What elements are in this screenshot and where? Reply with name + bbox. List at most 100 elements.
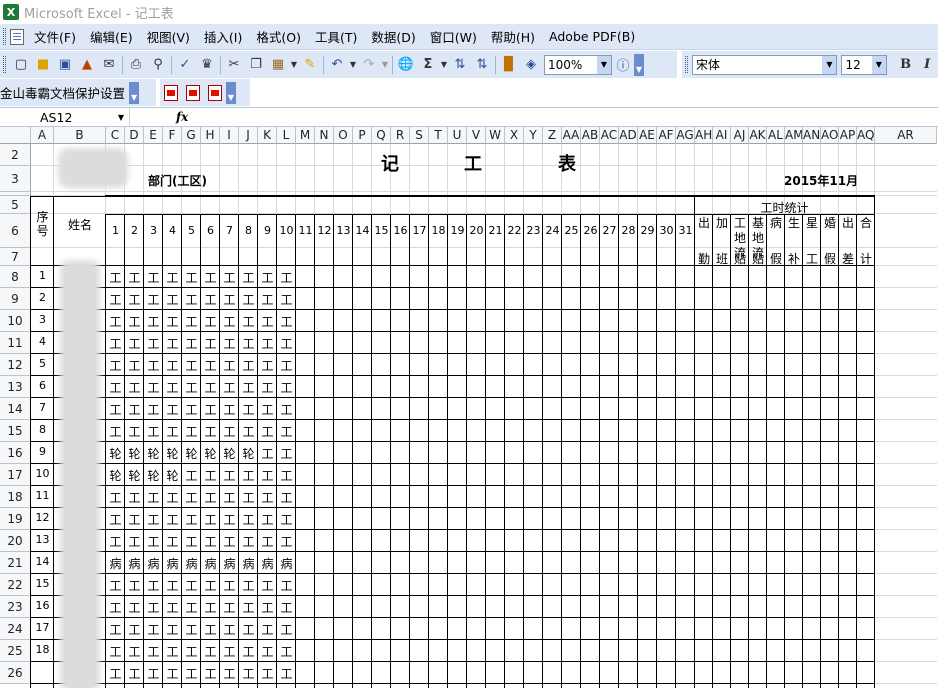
menu-grip[interactable] (3, 28, 6, 45)
attendance-mark[interactable]: 工 (239, 533, 258, 550)
column-header-i[interactable]: I (220, 127, 239, 144)
attendance-mark[interactable]: 工 (106, 335, 125, 352)
attendance-mark[interactable]: 工 (239, 335, 258, 352)
row-header-20[interactable]: 20 (0, 530, 31, 552)
column-header-ab[interactable]: AB (581, 127, 600, 144)
attendance-mark[interactable]: 工 (258, 489, 277, 506)
attendance-mark[interactable]: 病 (277, 555, 296, 572)
column-header-p[interactable]: P (353, 127, 372, 144)
sort-ascending-icon[interactable]: ⇅ (449, 54, 471, 76)
attendance-mark[interactable]: 工 (277, 357, 296, 374)
attendance-mark[interactable]: 工 (201, 291, 220, 308)
attendance-mark[interactable]: 工 (220, 489, 239, 506)
attendance-mark[interactable]: 工 (201, 533, 220, 550)
attendance-mark[interactable]: 工 (220, 599, 239, 616)
attendance-mark[interactable]: 工 (239, 423, 258, 440)
column-header-ar[interactable]: AR (875, 127, 937, 144)
bold-button[interactable]: B (895, 54, 917, 76)
print-icon[interactable]: ⎙ (125, 54, 147, 76)
attendance-mark[interactable]: 工 (277, 511, 296, 528)
attendance-mark[interactable]: 工 (163, 599, 182, 616)
attendance-mark[interactable]: 工 (277, 313, 296, 330)
chevron-down-icon[interactable]: ▼ (822, 55, 837, 74)
attendance-mark[interactable]: 工 (182, 467, 201, 484)
attendance-mark[interactable]: 工 (144, 599, 163, 616)
attendance-mark[interactable]: 工 (144, 335, 163, 352)
attendance-mark[interactable]: 工 (220, 291, 239, 308)
attendance-mark[interactable]: 工 (220, 401, 239, 418)
attendance-mark[interactable]: 工 (220, 511, 239, 528)
column-header-am[interactable]: AM (785, 127, 803, 144)
print-preview-icon[interactable]: ⚲ (147, 54, 169, 76)
attendance-mark[interactable]: 工 (277, 577, 296, 594)
row-header-19[interactable]: 19 (0, 508, 31, 530)
undo-icon[interactable]: ↶ (326, 54, 348, 76)
copy-icon[interactable]: ❐ (245, 54, 267, 76)
attendance-mark[interactable]: 工 (163, 269, 182, 286)
attendance-mark[interactable]: 病 (144, 555, 163, 572)
attendance-mark[interactable]: 轮 (163, 445, 182, 462)
attendance-mark[interactable]: 工 (201, 599, 220, 616)
attendance-mark[interactable]: 工 (182, 621, 201, 638)
attendance-mark[interactable]: 工 (201, 489, 220, 506)
column-header-ap[interactable]: AP (839, 127, 857, 144)
attendance-mark[interactable]: 工 (125, 577, 144, 594)
open-folder-icon[interactable]: ■ (32, 54, 54, 76)
attendance-mark[interactable]: 工 (106, 577, 125, 594)
chevron-down-icon[interactable]: ▼ (597, 55, 611, 74)
attendance-mark[interactable]: 工 (163, 533, 182, 550)
attendance-mark[interactable]: 工 (144, 643, 163, 660)
attendance-mark[interactable]: 工 (258, 357, 277, 374)
attendance-mark[interactable]: 工 (182, 643, 201, 660)
attendance-mark[interactable]: 工 (106, 533, 125, 550)
attendance-mark[interactable]: 病 (239, 555, 258, 572)
attendance-mark[interactable]: 工 (125, 291, 144, 308)
document-protection-button[interactable]: 金山毒霸文档保护设置 (0, 83, 125, 102)
attendance-mark[interactable]: 工 (163, 577, 182, 594)
attendance-mark[interactable]: 工 (182, 401, 201, 418)
column-header-ak[interactable]: AK (749, 127, 767, 144)
attendance-mark[interactable]: 轮 (220, 445, 239, 462)
attendance-mark[interactable]: 工 (201, 357, 220, 374)
attendance-mark[interactable]: 工 (106, 643, 125, 660)
attendance-mark[interactable]: 工 (163, 313, 182, 330)
attendance-mark[interactable]: 病 (220, 555, 239, 572)
select-all-corner[interactable] (0, 127, 31, 144)
attendance-mark[interactable]: 工 (106, 269, 125, 286)
attendance-mark[interactable]: 轮 (144, 445, 163, 462)
attendance-mark[interactable]: 工 (258, 577, 277, 594)
attendance-mark[interactable]: 工 (258, 621, 277, 638)
column-header-t[interactable]: T (429, 127, 448, 144)
column-header-ai[interactable]: AI (713, 127, 731, 144)
spelling-icon[interactable]: ✓ (174, 54, 196, 76)
attendance-mark[interactable]: 工 (182, 599, 201, 616)
menu-adobe-pdf[interactable]: Adobe PDF(B) (549, 29, 635, 44)
row-header-5[interactable]: 5 (0, 196, 31, 214)
attendance-mark[interactable]: 工 (144, 379, 163, 396)
toolbar-options-icon[interactable]: ▼ (226, 81, 236, 104)
row-header-17[interactable]: 17 (0, 464, 31, 486)
attendance-mark[interactable]: 工 (258, 313, 277, 330)
column-header-af[interactable]: AF (657, 127, 676, 144)
attendance-mark[interactable]: 工 (125, 357, 144, 374)
hyperlink-icon[interactable]: 🌐 (395, 54, 417, 76)
name-box[interactable]: AS12 ▼ (0, 108, 130, 126)
column-header-ao[interactable]: AO (821, 127, 839, 144)
attendance-mark[interactable]: 工 (182, 379, 201, 396)
toolbar-options-icon[interactable]: ▼ (634, 53, 644, 76)
attendance-mark[interactable]: 工 (106, 489, 125, 506)
redo-icon[interactable]: ↷ (358, 54, 380, 76)
attendance-mark[interactable]: 工 (220, 269, 239, 286)
attendance-mark[interactable]: 病 (106, 555, 125, 572)
undo-dropdown-icon[interactable]: ▼ (348, 54, 358, 76)
attendance-mark[interactable]: 工 (258, 335, 277, 352)
attendance-mark[interactable]: 工 (144, 423, 163, 440)
pdf-email-icon[interactable] (182, 82, 204, 104)
row-header-21[interactable]: 21 (0, 552, 31, 574)
attendance-mark[interactable]: 工 (258, 511, 277, 528)
attendance-mark[interactable]: 病 (182, 555, 201, 572)
attendance-mark[interactable]: 工 (144, 269, 163, 286)
attendance-mark[interactable]: 工 (277, 643, 296, 660)
column-header-l[interactable]: L (277, 127, 296, 144)
attendance-mark[interactable]: 工 (106, 621, 125, 638)
